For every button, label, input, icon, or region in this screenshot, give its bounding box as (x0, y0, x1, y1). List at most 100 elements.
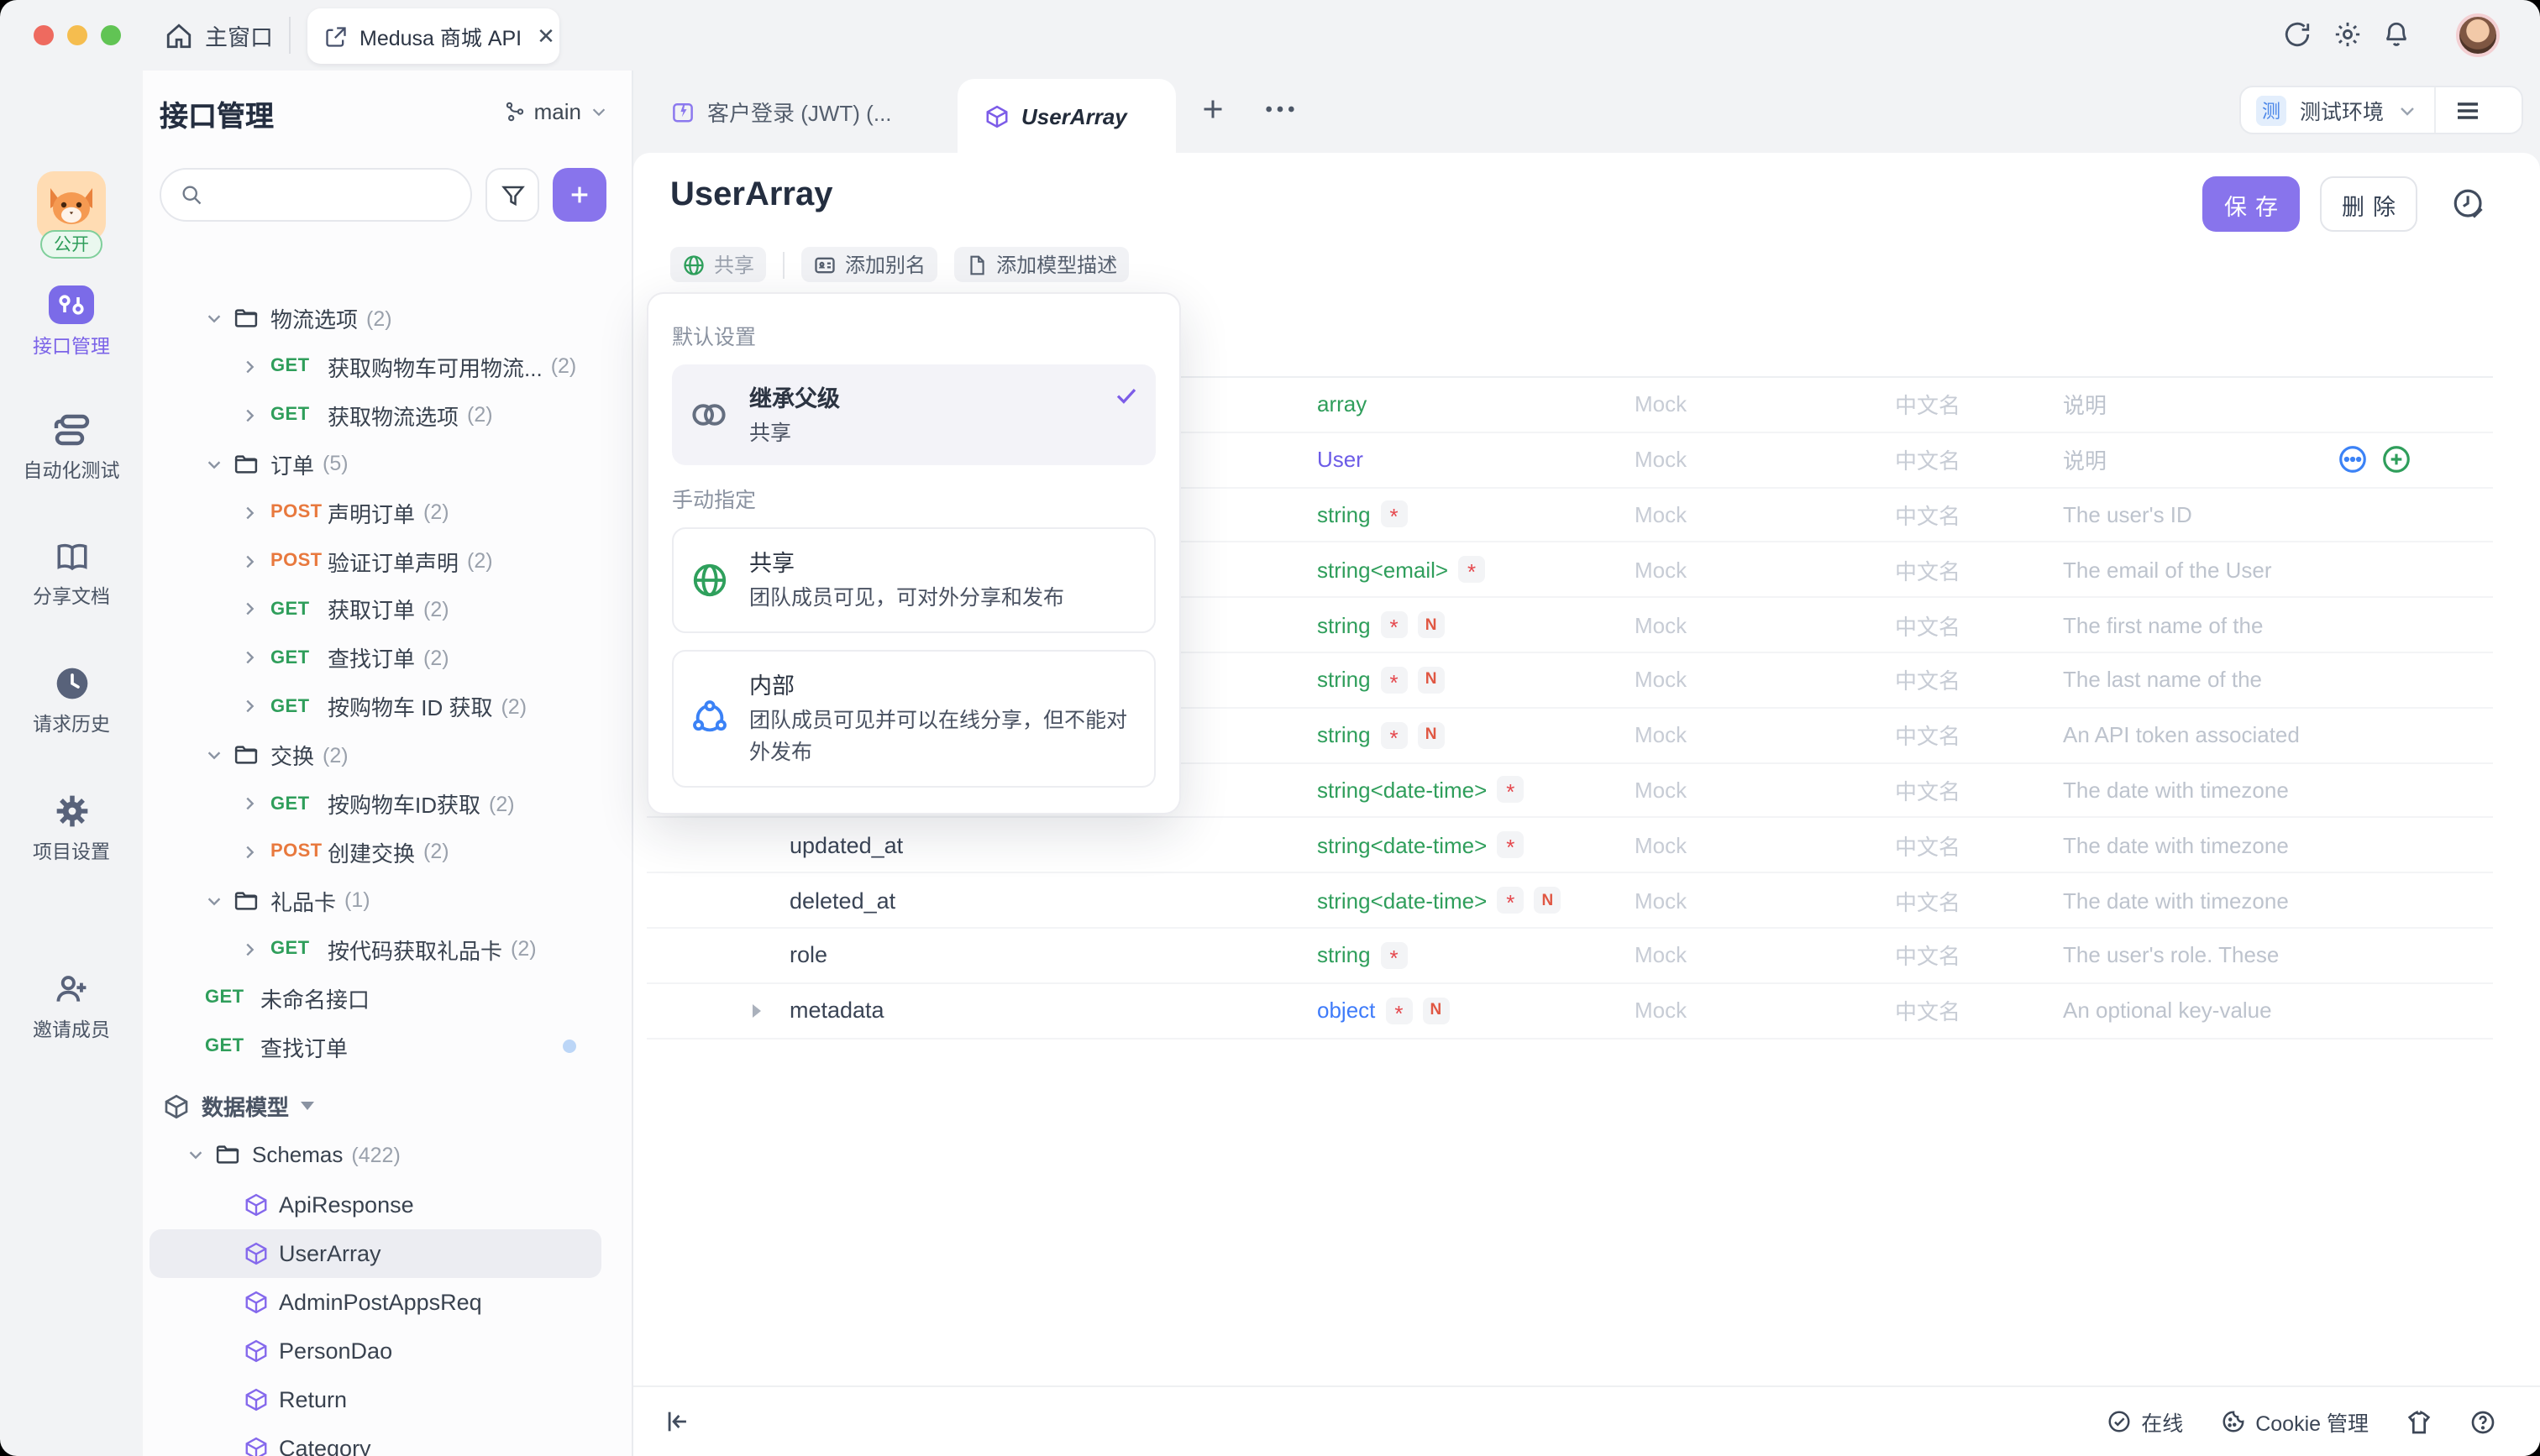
mock-cell[interactable]: Mock (1635, 763, 1687, 817)
rail-item-auto-test[interactable]: 自动化测试 (0, 411, 143, 484)
user-avatar[interactable] (2456, 13, 2500, 57)
chevron-down-icon[interactable] (205, 892, 223, 910)
tree-folder[interactable]: 订单(5) (143, 439, 633, 488)
branch-selector[interactable]: main (504, 99, 608, 124)
chevron-right-icon[interactable] (240, 600, 259, 619)
field-type[interactable]: object*N (1317, 984, 1449, 1038)
tree-folder[interactable]: 礼品卡(1) (143, 877, 633, 925)
mock-cell[interactable]: Mock (1635, 653, 1687, 707)
description-cell[interactable]: The user's ID (2063, 488, 2192, 542)
description-cell[interactable]: 说明 (2063, 433, 2107, 487)
chinese-name-cell[interactable]: 中文名 (1895, 873, 1960, 927)
chinese-name-cell[interactable]: 中文名 (1895, 598, 1960, 652)
collapse-sidebar-icon[interactable] (664, 1407, 692, 1436)
description-cell[interactable]: The last name of the (2063, 653, 2262, 707)
chinese-name-cell[interactable]: 中文名 (1895, 653, 1960, 707)
circle-plus-icon[interactable] (2380, 443, 2412, 475)
mock-cell[interactable]: Mock (1635, 819, 1687, 872)
filter-button[interactable] (485, 168, 539, 222)
history-clock-edit-icon[interactable] (2451, 186, 2486, 222)
new-tab-plus-icon[interactable] (1198, 94, 1228, 124)
rail-item-api-manage[interactable]: 接口管理 (0, 285, 143, 359)
tree-folder[interactable]: 物流选项(2) (143, 294, 633, 343)
chevron-right-icon[interactable] (240, 649, 259, 668)
table-row[interactable]: metadataobject*NMock中文名An optional key-v… (647, 984, 2493, 1040)
chevron-down-icon[interactable] (186, 1145, 205, 1164)
field-type[interactable]: string*N (1317, 653, 1445, 707)
chevron-down-icon[interactable] (205, 309, 223, 327)
help-icon[interactable] (2469, 1408, 2496, 1435)
chevron-right-icon[interactable] (240, 503, 259, 521)
table-row[interactable]: role string* Mock 中文名 The user's role. These (647, 929, 2493, 984)
close-window-button[interactable] (34, 25, 54, 45)
table-row[interactable]: deleted_atstring<date-time>*NMock中文名The … (647, 873, 2493, 929)
maximize-window-button[interactable] (101, 25, 121, 45)
chevron-down-icon[interactable] (205, 746, 223, 764)
tree-endpoint[interactable]: GET获取订单(2) (143, 585, 633, 634)
tab-overflow-menu-icon[interactable] (1263, 102, 1297, 116)
chevron-down-icon[interactable] (205, 454, 223, 473)
layout-menu-icon[interactable] (2454, 98, 2481, 122)
field-type[interactable]: string<date-time>*N (1317, 873, 1561, 927)
field-type[interactable]: string*N (1317, 598, 1445, 652)
data-models-section[interactable]: 数据模型 (143, 1082, 633, 1130)
tree-endpoint[interactable]: GET获取购物车可用物流...(2) (143, 343, 633, 391)
schema-item-Return[interactable]: Return (143, 1375, 633, 1423)
main-window-button[interactable]: 主窗口 (165, 0, 273, 71)
environment-selector[interactable]: 测 测试环境 (2239, 86, 2523, 134)
mock-cell[interactable]: Mock (1635, 378, 1687, 432)
field-type[interactable]: string<date-time>* (1317, 819, 1524, 872)
project-window-tab[interactable]: Medusa 商城 API ✕ (307, 8, 559, 64)
settings-icon[interactable] (2333, 20, 2362, 49)
schema-item-AdminPostAppsReq[interactable]: AdminPostAppsReq (143, 1278, 633, 1327)
close-project-tab-icon[interactable]: ✕ (537, 23, 555, 50)
chevron-right-icon[interactable] (240, 697, 259, 715)
chevron-right-icon[interactable] (240, 552, 259, 570)
field-type[interactable]: string<email>* (1317, 543, 1485, 597)
field-type[interactable]: string* (1317, 488, 1408, 542)
mock-cell[interactable]: Mock (1635, 984, 1687, 1038)
chinese-name-cell[interactable]: 中文名 (1895, 819, 1960, 872)
mock-cell[interactable]: Mock (1635, 598, 1687, 652)
mock-cell[interactable]: Mock (1635, 543, 1687, 597)
schema-item-ApiResponse[interactable]: ApiResponse (143, 1181, 633, 1229)
save-button[interactable]: 保存 (2202, 176, 2300, 232)
tab-customer-login[interactable]: 客户登录 (JWT) (... (647, 71, 916, 153)
tree-endpoint[interactable]: POST声明订单(2) (143, 488, 633, 537)
expand-arrow-icon[interactable] (753, 1004, 761, 1018)
add-alias-chip[interactable]: 添加别名 (801, 247, 937, 282)
field-name[interactable]: role (790, 929, 827, 982)
description-cell[interactable]: 说明 (2063, 378, 2107, 432)
add-new-button[interactable] (553, 168, 606, 222)
cookie-manager[interactable]: Cookie 管理 (2220, 1406, 2369, 1438)
mock-cell[interactable]: Mock (1635, 929, 1687, 982)
description-cell[interactable]: The user's role. These (2063, 929, 2279, 982)
chevron-right-icon[interactable] (240, 794, 259, 813)
notifications-bell-icon[interactable] (2382, 20, 2411, 49)
tree-endpoint[interactable]: GET获取物流选项(2) (143, 391, 633, 440)
theme-tshirt-icon[interactable] (2406, 1408, 2432, 1435)
schema-item-PersonDao[interactable]: PersonDao (143, 1326, 633, 1375)
mock-cell[interactable]: Mock (1635, 433, 1687, 487)
field-type[interactable]: User (1317, 433, 1363, 487)
rail-item-request-history[interactable]: 请求历史 (0, 665, 143, 737)
field-type[interactable]: string* (1317, 929, 1408, 982)
chevron-right-icon[interactable] (240, 940, 259, 958)
circle-ellipsis-icon[interactable] (2337, 443, 2369, 475)
chevron-right-icon[interactable] (240, 843, 259, 862)
field-name[interactable]: metadata (790, 984, 884, 1038)
chinese-name-cell[interactable]: 中文名 (1895, 763, 1960, 817)
refresh-icon[interactable] (2283, 20, 2312, 49)
chinese-name-cell[interactable]: 中文名 (1895, 378, 1960, 432)
option-internal[interactable]: 内部 团队成员可见并可以在线分享，但不能对外发布 (672, 650, 1156, 788)
rail-item-project-settings[interactable]: 项目设置 (0, 793, 143, 865)
mock-cell[interactable]: Mock (1635, 488, 1687, 542)
chinese-name-cell[interactable]: 中文名 (1895, 929, 1960, 982)
tree-endpoint[interactable]: GET查找订单(2) (143, 634, 633, 683)
visibility-chip[interactable]: 共享 (670, 247, 766, 282)
option-shared[interactable]: 共享 团队成员可见，可对外分享和发布 (672, 528, 1156, 633)
schema-item-Category[interactable]: Category (143, 1423, 633, 1456)
rail-item-invite-members[interactable]: 邀请成员 (0, 971, 143, 1043)
chinese-name-cell[interactable]: 中文名 (1895, 488, 1960, 542)
description-cell[interactable]: An API token associated (2063, 709, 2300, 762)
